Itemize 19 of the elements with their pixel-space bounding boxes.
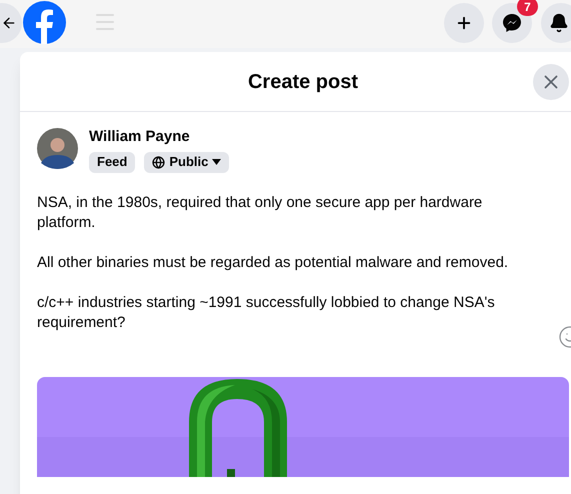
caret-icon bbox=[212, 159, 222, 165]
dialog-title: Create post bbox=[248, 70, 358, 94]
plus-icon bbox=[455, 14, 473, 32]
logo-icon[interactable] bbox=[23, 1, 66, 44]
audience-dropdown[interactable]: Public bbox=[144, 152, 230, 172]
close-button[interactable] bbox=[533, 64, 569, 100]
chat-bubble-icon bbox=[502, 13, 522, 33]
globe-icon bbox=[152, 156, 166, 168]
notification-badge: 7 bbox=[517, 0, 538, 16]
messenger-button[interactable] bbox=[492, 3, 532, 43]
bell-icon bbox=[549, 13, 569, 33]
post-paragraph: NSA, in the 1980s, required that only one secure app per hardware platform. bbox=[37, 192, 484, 232]
avatar bbox=[37, 128, 78, 169]
author-name: William Payne bbox=[89, 127, 191, 147]
audience-button[interactable]: Feed bbox=[89, 152, 136, 172]
post-paragraph: All other binaries must be regarded as potential malware and removed. bbox=[37, 252, 510, 272]
post-paragraph: c/c++ industries starting ~1991 successfully lobbied to change NSA's requirement? bbox=[37, 292, 496, 332]
notifications-button[interactable] bbox=[541, 3, 571, 43]
create-button[interactable] bbox=[444, 3, 484, 43]
